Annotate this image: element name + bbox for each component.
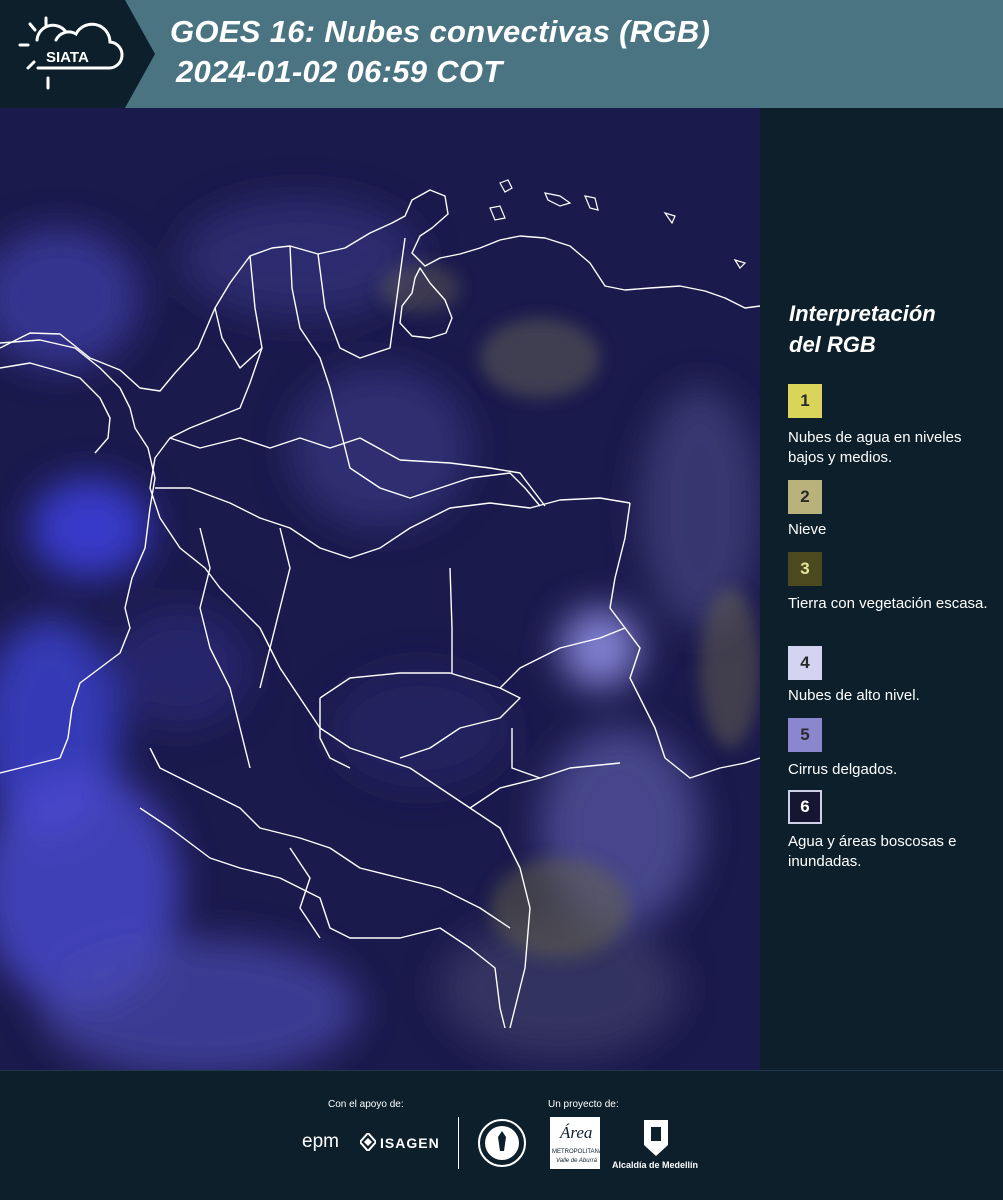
legend-number-1: 1 <box>800 391 810 410</box>
page-title: GOES 16: Nubes convectivas (RGB) <box>170 14 711 49</box>
alcaldia-shield-icon <box>643 1119 669 1162</box>
legend-swatch-5: 5 <box>788 718 822 752</box>
alcaldia-label: Alcaldía de Medellín <box>612 1160 699 1170</box>
area-logo-text: Área <box>560 1123 593 1142</box>
support-label: Con el apoyo de: <box>328 1099 404 1110</box>
legend-swatch-4: 4 <box>788 646 822 680</box>
isagen-icon <box>358 1131 378 1156</box>
area-logo-sub: METROPOLITANA <box>552 1149 603 1155</box>
legend-number-6: 6 <box>800 797 810 816</box>
legend-panel: Interpretación del RGB 1 Nubes de agua e… <box>760 108 1003 1070</box>
legend-swatch-6: 6 <box>788 790 822 824</box>
legend-number-2: 2 <box>800 487 810 506</box>
legend-title-line2: del RGB <box>789 332 876 357</box>
legend-label-2: Nieve <box>788 521 827 538</box>
header-bar: SIATA GOES 16: Nubes convectivas (RGB) 2… <box>0 0 1003 108</box>
siata-logo: SIATA <box>0 0 155 108</box>
legend-title-line1: Interpretación <box>789 301 936 326</box>
legend-label-3: Tierra con vegetación escasa. <box>788 595 988 612</box>
legend-title: Interpretación del RGB <box>789 298 989 360</box>
satellite-image <box>0 108 760 1070</box>
legend-swatch-3: 3 <box>788 552 822 586</box>
isagen-logo: ISAGEN <box>380 1135 440 1151</box>
footer: Con el apoyo de: Un proyecto de: epm ISA… <box>0 1070 1003 1200</box>
area-metropolitana-logo: Área METROPOLITANA Valle de Aburrá <box>550 1117 603 1169</box>
footer-divider <box>458 1117 459 1169</box>
legend-label-6: Agua y áreas boscosas e inundadas. <box>788 833 957 870</box>
page-timestamp: 2024-01-02 06:59 COT <box>176 54 503 89</box>
legend-swatch-2: 2 <box>788 480 822 514</box>
legend-label-1: Nubes de agua en niveles bajos y medios. <box>788 429 962 466</box>
project-label: Un proyecto de: <box>548 1099 619 1110</box>
legend-label-5: Cirrus delgados. <box>788 761 898 778</box>
legend-swatch-1: 1 <box>788 384 822 418</box>
logo-text: SIATA <box>46 49 89 66</box>
legend-number-5: 5 <box>800 725 810 744</box>
legend-number-4: 4 <box>800 653 810 672</box>
epm-logo: epm <box>302 1131 339 1152</box>
medellin-seal-icon <box>477 1117 527 1174</box>
legend-number-3: 3 <box>800 559 810 578</box>
legend-label-4: Nubes de alto nivel. <box>788 687 920 704</box>
area-logo-sub2: Valle de Aburrá <box>556 1158 597 1164</box>
